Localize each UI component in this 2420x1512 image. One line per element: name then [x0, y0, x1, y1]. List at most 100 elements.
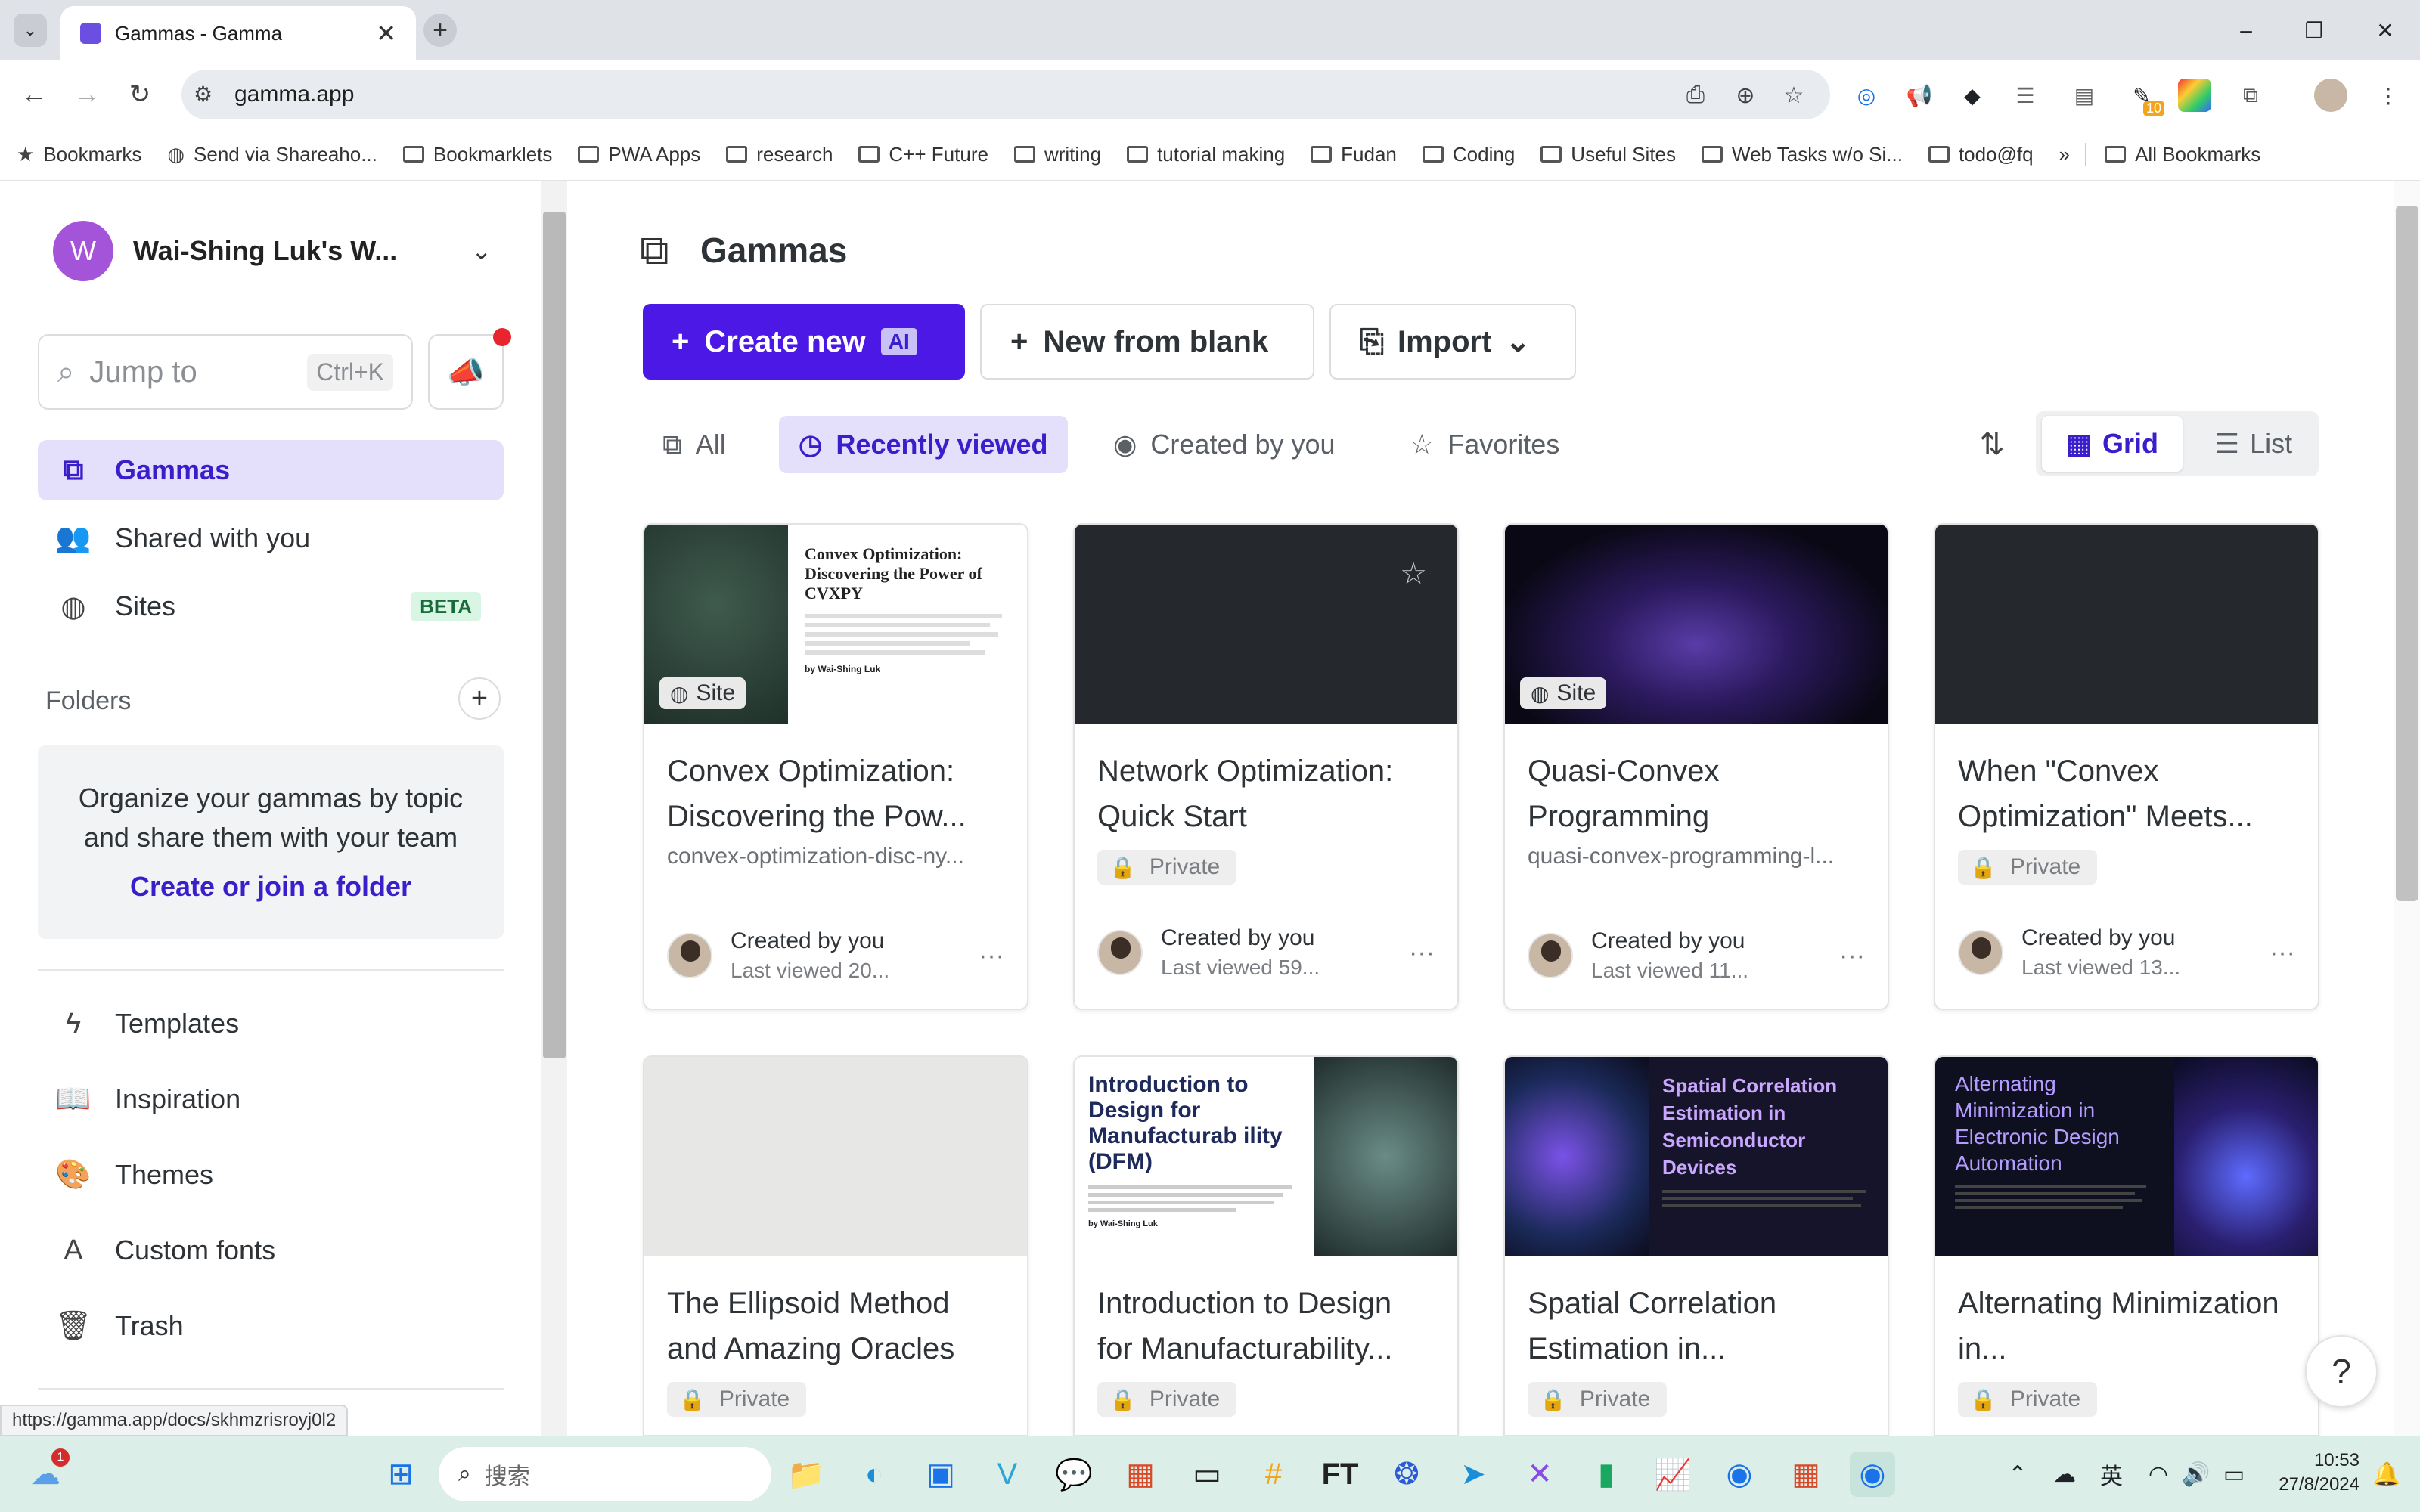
extension-layers-icon[interactable]: ◆ — [1956, 79, 1989, 112]
bookmark-folder[interactable]: Bookmarklets — [402, 143, 552, 166]
more-options-icon[interactable]: ··· — [1839, 941, 1865, 971]
tray-network-cloud-icon[interactable]: ☁ — [2042, 1452, 2087, 1497]
sidebar-item-custom-fonts[interactable]: A Custom fonts — [38, 1220, 504, 1281]
reload-button[interactable]: ↻ — [121, 76, 159, 113]
gamma-card[interactable]: Spatial Correlation Estimation in Semico… — [1503, 1055, 1889, 1436]
app-grid-icon[interactable]: ▦ — [1118, 1452, 1163, 1497]
sidebar-item-templates[interactable]: ϟ Templates — [38, 993, 504, 1054]
more-options-icon[interactable]: ··· — [1409, 938, 1435, 968]
bookmark-folder[interactable]: writing — [1013, 143, 1101, 166]
bookmark-folder[interactable]: todo@fq — [1928, 143, 2034, 166]
restore-button[interactable]: ❐ — [2291, 14, 2337, 47]
file-explorer-icon[interactable]: 📁 — [783, 1452, 829, 1497]
sidebar-scrollbar-thumb[interactable] — [543, 212, 566, 1058]
battery-icon[interactable]: ▭ — [2211, 1452, 2257, 1497]
app-v-icon[interactable]: V — [985, 1452, 1030, 1497]
browser-tab-active[interactable]: Gammas - Gamma ✕ — [60, 6, 416, 60]
monitor-icon[interactable]: 📈 — [1650, 1452, 1696, 1497]
weather-icon[interactable]: ☁ 1 — [23, 1448, 70, 1497]
app-x-icon[interactable]: ✕ — [1517, 1452, 1562, 1497]
close-tab-icon[interactable]: ✕ — [376, 19, 396, 48]
sidebar-item-gammas[interactable]: ⧉ Gammas — [38, 440, 504, 500]
gamma-card[interactable]: Introduction to Design for Manufacturab … — [1073, 1055, 1459, 1436]
ft-app-icon[interactable]: FT — [1317, 1452, 1363, 1497]
gamma-card[interactable]: Convex Optimization: Discovering the Pow… — [643, 523, 1028, 1010]
gamma-card[interactable]: When "Convex Optimization" Meets... 🔒 Pri… — [1934, 523, 2319, 1010]
announcements-button[interactable]: 📣 — [428, 334, 504, 410]
more-options-icon[interactable]: ··· — [979, 941, 1004, 971]
more-options-icon[interactable]: ··· — [2270, 938, 2295, 968]
create-folder-link[interactable]: Create or join a folder — [38, 871, 504, 903]
new-tab-button[interactable]: + — [424, 14, 457, 47]
back-button[interactable]: ← — [15, 76, 53, 113]
list-view-button[interactable]: ☰ List — [2193, 416, 2314, 472]
notification-bell-icon[interactable]: 🔔 — [2364, 1452, 2409, 1497]
sidebar-item-inspiration[interactable]: 📖 Inspiration — [38, 1069, 504, 1129]
gamma-card[interactable]: ☆ Network Optimization: Quick Start 🔒 Pri… — [1073, 523, 1459, 1010]
bookmark-folder[interactable]: PWA Apps — [578, 143, 700, 166]
extension-badge-icon[interactable]: ✎ 10 — [2125, 79, 2164, 116]
bookmark-folder[interactable]: C++ Future — [858, 143, 988, 166]
gamma-card[interactable]: Alternating Minimization in Electronic D… — [1934, 1055, 2319, 1436]
create-new-button[interactable]: + Create new AI — [643, 304, 965, 380]
extension-reader-icon[interactable]: ▤ — [2068, 79, 2101, 112]
bookmark-folder[interactable]: Fudan — [1311, 143, 1397, 166]
gamma-card[interactable]: ◍ Site Quasi-Convex Programming quasi-con… — [1503, 523, 1889, 1010]
sidebar-item-shared[interactable]: 👥 Shared with you — [38, 508, 504, 569]
windows-start-icon[interactable]: ⊞ — [378, 1452, 424, 1497]
jump-to-search[interactable]: ⌕ Jump to Ctrl+K — [38, 334, 413, 410]
hash-app-icon[interactable]: # — [1251, 1452, 1296, 1497]
chrome-active-icon[interactable]: ◉ — [1850, 1452, 1895, 1497]
help-button[interactable]: ? — [2305, 1335, 2378, 1408]
extension-lines-icon[interactable]: ☰ — [2009, 79, 2042, 112]
bookmark-folder[interactable]: Coding — [1422, 143, 1515, 166]
site-info-icon[interactable]: ⚙ — [194, 82, 213, 107]
filter-favorites[interactable]: ☆ Favorites — [1390, 416, 1579, 473]
favorite-star-icon[interactable]: ☆ — [1400, 556, 1427, 591]
terminal-icon[interactable]: ▭ — [1184, 1452, 1230, 1497]
chat-icon[interactable]: 💬 — [1051, 1452, 1097, 1497]
import-button[interactable]: ⎘ Import ⌄ — [1329, 304, 1576, 380]
gamma-card[interactable]: The Ellipsoid Method and Amazing Oracles… — [643, 1055, 1028, 1436]
store-icon[interactable]: ▣ — [918, 1452, 963, 1497]
edge-icon[interactable]: ◐ — [852, 1452, 897, 1497]
workspace-switcher[interactable]: W Wai-Shing Luk's W... ⌄ — [53, 221, 492, 281]
sidebar-item-themes[interactable]: 🎨 Themes — [38, 1145, 504, 1205]
add-folder-button[interactable]: + — [458, 677, 501, 720]
extensions-puzzle-icon[interactable]: ⧉ — [2234, 79, 2267, 112]
filter-created-by-you[interactable]: ◉ Created by you — [1094, 416, 1355, 473]
sidebar-item-trash[interactable]: 🗑 Trash — [38, 1296, 504, 1356]
bookmark-folder[interactable]: tutorial making — [1127, 143, 1285, 166]
sort-button[interactable]: ⇅ — [1963, 423, 2021, 466]
all-bookmarks-button[interactable]: All Bookmarks — [2085, 142, 2260, 166]
bookmark-folder[interactable]: Web Tasks w/o Si... — [1702, 143, 1903, 166]
forward-button[interactable]: → — [68, 76, 106, 113]
extension-compass-icon[interactable]: ◎ — [1850, 79, 1883, 112]
app-swirl-icon[interactable]: ❂ — [1384, 1452, 1429, 1497]
bookmark-item[interactable]: ★ Bookmarks — [17, 143, 141, 166]
main-scrollbar-thumb[interactable] — [2396, 206, 2418, 901]
tab-search-button[interactable]: ⌄ — [14, 14, 47, 47]
zoom-icon[interactable]: ⊕ — [1729, 79, 1762, 112]
system-clock[interactable]: 10:53 27/8/2024 — [2261, 1448, 2360, 1497]
filter-recently-viewed[interactable]: ◷ Recently viewed — [779, 416, 1068, 473]
grid-view-button[interactable]: ▦ Grid — [2042, 416, 2183, 472]
taskbar-search[interactable]: ⌕ 搜索 — [439, 1447, 771, 1501]
menu-kebab-icon[interactable]: ⋮ — [2372, 79, 2405, 112]
bookmark-star-icon[interactable]: ☆ — [1777, 79, 1810, 112]
app-bookmark-icon[interactable]: ▮ — [1584, 1452, 1629, 1497]
extension-megaphone-icon[interactable]: 📢 — [1903, 79, 1936, 112]
bookmark-folder[interactable]: Useful Sites — [1540, 143, 1676, 166]
bookmark-item[interactable]: ◍ Send via Shareaho... — [167, 143, 377, 166]
tray-overflow-icon[interactable]: ⌃ — [1995, 1452, 2040, 1497]
telegram-icon[interactable]: ➤ — [1450, 1452, 1496, 1497]
more-bookmarks-button[interactable]: » — [2059, 143, 2070, 166]
close-window-button[interactable]: ✕ — [2363, 14, 2408, 47]
new-from-blank-button[interactable]: + New from blank — [980, 304, 1314, 380]
sidebar-item-sites[interactable]: ◍ Sites BETA — [38, 576, 504, 637]
filter-all[interactable]: ⧉ All — [643, 416, 746, 473]
extension-color-icon[interactable] — [2178, 79, 2211, 112]
app-tiles-icon[interactable]: ▦ — [1783, 1452, 1829, 1497]
install-app-icon[interactable]: ⎙ — [1679, 79, 1712, 112]
chrome-icon[interactable]: ◉ — [1717, 1452, 1762, 1497]
